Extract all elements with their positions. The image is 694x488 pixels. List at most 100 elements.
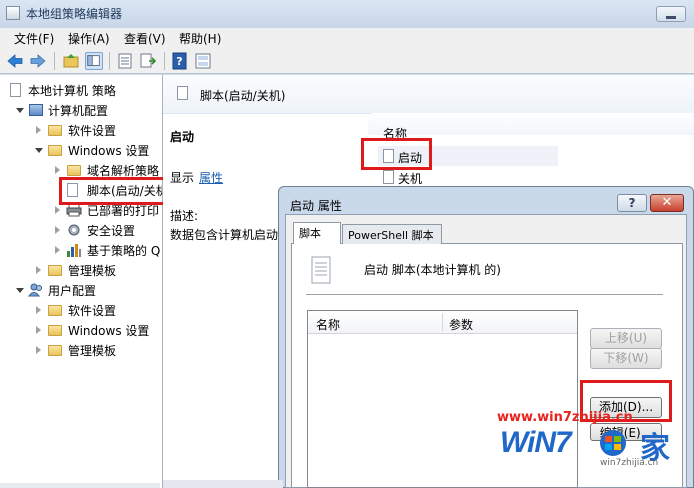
printer-icon bbox=[66, 203, 82, 217]
tree-item-windows-settings[interactable]: Windows 设置 bbox=[0, 141, 160, 159]
column-name[interactable]: 名称 bbox=[316, 316, 340, 333]
window-title: 本地组策略编辑器 bbox=[26, 7, 123, 21]
menu-bar: 文件(F) 操作(A) 查看(V) 帮助(H) bbox=[0, 28, 694, 48]
toolbar: ? bbox=[0, 48, 694, 74]
details-header-title: 脚本(启动/关机) bbox=[200, 89, 286, 103]
up-folder-icon[interactable] bbox=[62, 52, 80, 70]
column-parameters[interactable]: 参数 bbox=[449, 316, 473, 333]
tree-item-user-config[interactable]: 用户配置 bbox=[0, 281, 160, 299]
expanded-arrow-icon[interactable] bbox=[16, 288, 24, 293]
script-list[interactable] bbox=[307, 310, 578, 488]
windows-flag-icon bbox=[600, 430, 626, 456]
dialog-close-button[interactable]: ✕ bbox=[650, 194, 684, 212]
menu-file[interactable]: 文件(F) bbox=[14, 30, 54, 47]
show-hide-tree-icon[interactable] bbox=[85, 52, 103, 70]
tree-item-admin-templates[interactable]: 管理模板 bbox=[0, 261, 160, 279]
tree-item-label: Windows 设置 bbox=[68, 324, 150, 338]
tree-item-label: 基于策略的 Q bbox=[87, 244, 161, 258]
dialog-help-button[interactable]: ? bbox=[617, 194, 647, 212]
expanded-arrow-icon[interactable] bbox=[16, 108, 24, 113]
policy-document-icon bbox=[10, 83, 21, 97]
tab-scripts[interactable]: 脚本 bbox=[293, 222, 341, 244]
collapsed-arrow-icon[interactable] bbox=[55, 206, 60, 214]
tree-item-user-windows-settings[interactable]: Windows 设置 bbox=[0, 321, 160, 339]
tree-item-computer-config[interactable]: 计算机配置 bbox=[0, 101, 160, 119]
watermark-logo: WiN7 bbox=[500, 426, 572, 459]
minimize-button[interactable] bbox=[656, 6, 686, 22]
properties-sheet-icon[interactable] bbox=[116, 52, 134, 70]
script-document-icon bbox=[383, 170, 394, 184]
dialog-title: 启动 属性 bbox=[290, 199, 342, 213]
tab-powershell-scripts[interactable]: PowerShell 脚本 bbox=[342, 224, 442, 244]
tree-item-user-software-settings[interactable]: 软件设置 bbox=[0, 301, 160, 319]
tree-item-label: 软件设置 bbox=[68, 304, 117, 318]
folder-icon bbox=[48, 325, 62, 336]
section-title: 启动 bbox=[170, 130, 195, 144]
collapsed-arrow-icon[interactable] bbox=[36, 266, 41, 274]
collapsed-arrow-icon[interactable] bbox=[55, 246, 60, 254]
navigation-tree: 本地计算机 策略 计算机配置 软件设置 Windows 设置 域名解析策略 脚本… bbox=[0, 75, 163, 488]
computer-icon bbox=[29, 104, 43, 116]
collapsed-arrow-icon[interactable] bbox=[36, 326, 41, 334]
watermark-sub: win7zhijia.cn bbox=[600, 458, 659, 468]
security-gear-icon bbox=[68, 224, 80, 236]
highlight-box-startup bbox=[361, 138, 432, 170]
properties-link[interactable]: 属性 bbox=[199, 169, 223, 186]
tree-item-label: Windows 设置 bbox=[68, 144, 150, 158]
expanded-arrow-icon[interactable] bbox=[35, 148, 43, 153]
bar-chart-icon bbox=[67, 244, 81, 257]
tree-item-policy-qos[interactable]: 基于策略的 Q bbox=[0, 241, 162, 259]
folder-icon bbox=[48, 125, 62, 136]
collapsed-arrow-icon[interactable] bbox=[36, 306, 41, 314]
divider bbox=[306, 294, 663, 295]
toolbar-separator bbox=[54, 52, 55, 70]
menu-view[interactable]: 查看(V) bbox=[124, 30, 166, 47]
menu-action[interactable]: 操作(A) bbox=[68, 30, 110, 47]
tree-item-label: 软件设置 bbox=[68, 124, 117, 138]
script-scroll-icon bbox=[311, 256, 331, 284]
tree-item-label: 安全设置 bbox=[87, 224, 136, 238]
list-column-header[interactable] bbox=[368, 113, 694, 135]
forward-arrow-icon[interactable] bbox=[29, 52, 47, 70]
move-down-button[interactable]: 下移(W) bbox=[590, 348, 662, 369]
users-icon bbox=[28, 283, 42, 297]
tree-horizontal-scrollbar[interactable] bbox=[0, 483, 160, 488]
tree-item-label: 管理模板 bbox=[68, 344, 117, 358]
collapsed-arrow-icon[interactable] bbox=[55, 166, 60, 174]
collapsed-arrow-icon[interactable] bbox=[36, 126, 41, 134]
export-list-icon[interactable] bbox=[139, 52, 157, 70]
tree-item-security-settings[interactable]: 安全设置 bbox=[0, 221, 162, 239]
tree-item-user-admin-templates[interactable]: 管理模板 bbox=[0, 341, 160, 359]
tree-item-software-settings[interactable]: 软件设置 bbox=[0, 121, 160, 139]
tree-item-label: 用户配置 bbox=[48, 284, 97, 298]
show-label: 显示 bbox=[170, 171, 195, 185]
column-divider[interactable] bbox=[442, 313, 443, 331]
svg-text:?: ? bbox=[176, 55, 182, 68]
folder-icon bbox=[48, 145, 62, 156]
view-tabs-strip bbox=[163, 480, 283, 488]
tree-item-label: 本地计算机 策略 bbox=[28, 84, 116, 98]
collapsed-arrow-icon[interactable] bbox=[36, 346, 41, 354]
folder-icon bbox=[48, 345, 62, 356]
list-item-shutdown[interactable]: 关机 bbox=[398, 170, 422, 187]
toolbar-separator bbox=[109, 52, 110, 70]
help-icon[interactable]: ? bbox=[171, 52, 189, 70]
menu-help[interactable]: 帮助(H) bbox=[179, 30, 221, 47]
dialog-heading: 启动 脚本(本地计算机 的) bbox=[364, 263, 501, 277]
script-document-icon bbox=[177, 86, 188, 100]
tree-item-label: 管理模板 bbox=[68, 264, 117, 278]
app-icon bbox=[6, 6, 20, 20]
filter-view-icon[interactable] bbox=[194, 52, 212, 70]
back-arrow-icon[interactable] bbox=[6, 52, 24, 70]
highlight-box-scripts bbox=[59, 177, 169, 205]
tree-item-label: 计算机配置 bbox=[48, 104, 109, 118]
folder-icon bbox=[67, 165, 81, 176]
description-text: 数据包含计算机启动 bbox=[170, 228, 278, 242]
folder-icon bbox=[48, 265, 62, 276]
collapsed-arrow-icon[interactable] bbox=[55, 226, 60, 234]
toolbar-separator bbox=[164, 52, 165, 70]
move-up-button[interactable]: 上移(U) bbox=[590, 328, 662, 349]
description-label: 描述: bbox=[170, 209, 199, 223]
tree-item-root[interactable]: 本地计算机 策略 bbox=[0, 81, 160, 99]
watermark-url: www.win7zhijia.cn bbox=[497, 410, 633, 425]
